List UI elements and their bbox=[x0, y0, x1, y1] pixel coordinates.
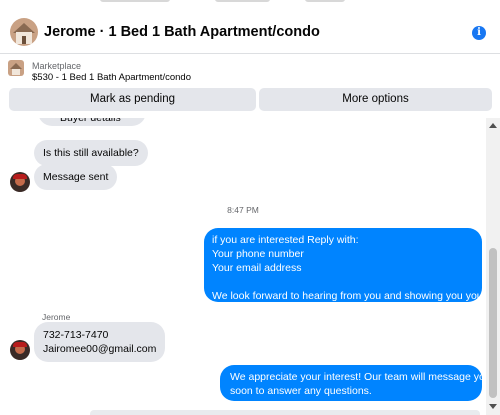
listing-price-title: $530 - 1 Bed 1 Bath Apartment/condo bbox=[32, 72, 191, 83]
chat-title[interactable]: Jerome · 1 Bed 1 Bath Apartment/condo bbox=[44, 24, 320, 40]
marketplace-listing-bar[interactable]: Marketplace $530 - 1 Bed 1 Bath Apartmen… bbox=[0, 55, 500, 87]
avatar[interactable] bbox=[10, 340, 30, 360]
message-bubble: Message sent bbox=[34, 164, 118, 190]
listing-avatar[interactable] bbox=[10, 18, 38, 46]
cropped-shape bbox=[305, 0, 345, 2]
avatar[interactable] bbox=[10, 172, 30, 192]
scroll-area-top-edge bbox=[0, 111, 500, 118]
message-line: We look forward to hearing from you and … bbox=[212, 290, 487, 302]
message-line: if you are interested Reply with: bbox=[212, 234, 359, 246]
email-address: Jairomee00@gmail.com bbox=[43, 343, 157, 355]
marketplace-label: Marketplace bbox=[32, 61, 82, 71]
message-bubble: 732-713-7470 Jairomee00@gmail.com bbox=[34, 322, 166, 362]
message-text: Is this still available? bbox=[43, 147, 139, 159]
message-line: Your email address bbox=[212, 262, 302, 274]
message-line: soon to answer any questions. bbox=[230, 385, 372, 397]
next-bubble-edge bbox=[90, 410, 480, 415]
scrollbar-thumb[interactable] bbox=[489, 248, 497, 398]
message-text: Message sent bbox=[43, 171, 109, 183]
message-line bbox=[212, 275, 474, 289]
more-options-button[interactable]: More options bbox=[259, 88, 492, 111]
scroll-up-arrow-icon[interactable] bbox=[489, 123, 497, 128]
cropped-shape bbox=[215, 0, 270, 2]
message-timestamp: 8:47 PM bbox=[227, 205, 259, 215]
listing-thumbnail bbox=[8, 60, 24, 76]
message-line: Your phone number bbox=[212, 248, 304, 260]
chat-header: Jerome · 1 Bed 1 Bath Apartment/condo i bbox=[0, 10, 500, 54]
message-bubble-outgoing: We appreciate your interest! Our team wi… bbox=[220, 365, 491, 401]
message-line: We appreciate your interest! Our team wi… bbox=[230, 371, 491, 383]
conversation-scrollbar[interactable] bbox=[486, 118, 500, 415]
previous-window-strip bbox=[0, 0, 500, 10]
info-icon[interactable]: i bbox=[472, 26, 486, 40]
message-bubble: Is this still available? bbox=[34, 140, 148, 166]
phone-number: 732-713-7470 bbox=[43, 329, 109, 341]
sender-name: Jerome bbox=[42, 312, 71, 322]
cropped-shape bbox=[100, 0, 170, 2]
message-bubble-outgoing: if you are interested Reply with: Your p… bbox=[204, 228, 487, 302]
scroll-down-arrow-icon[interactable] bbox=[489, 404, 497, 409]
